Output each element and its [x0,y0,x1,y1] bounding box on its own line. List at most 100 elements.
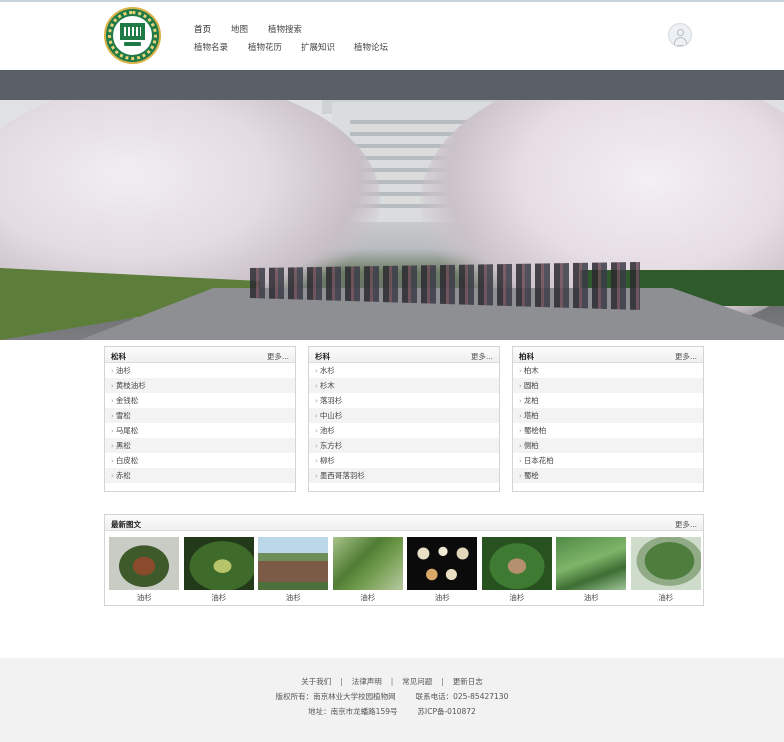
chevron-right-icon: › [315,382,318,390]
chevron-right-icon: › [315,472,318,480]
species-list: › 水杉 › 杉木 › 落羽杉 › 中山杉 › 池杉 › 东方杉 › 柳杉 › 墨西哥落羽杉 [309,363,499,483]
panel-more-link[interactable]: 更多... [675,351,697,362]
site-header: 首页 地图 植物搜索 植物名录 植物花历 扩展知识 植物论坛 [0,2,784,70]
panel-title: 松科 [111,352,126,361]
species-list-item[interactable]: › 黄枝油杉 [105,378,295,393]
panel-taxodiaceae: 杉科 更多... › 水杉 › 杉木 › 落羽杉 › 中山杉 › 池杉 › 东方杉 › 柳杉 › 墨西哥落羽杉 [308,346,500,492]
plant-photo[interactable] [556,537,626,590]
species-list-item[interactable]: › 马尾松 [105,423,295,438]
gallery-caption[interactable]: 油杉 [482,593,553,603]
species-list-item[interactable]: › 塔柏 [513,408,703,423]
chevron-right-icon: › [111,427,114,435]
plant-photo[interactable] [332,537,403,590]
panel-more-link[interactable]: 更多... [471,351,493,362]
gallery-item[interactable]: 油杉 [258,537,329,603]
chevron-right-icon: › [111,457,114,465]
species-list-item[interactable]: › 杉木 [309,378,499,393]
species-list-item[interactable]: › 柏木 [513,363,703,378]
plant-photo[interactable] [258,537,328,590]
species-list-item[interactable]: › 池杉 [309,423,499,438]
species-name: 蜀桧 [523,471,539,480]
plant-photo[interactable] [183,537,254,590]
nav-plant-catalog[interactable]: 植物名录 [194,41,248,53]
plant-photo[interactable] [630,537,701,590]
chevron-right-icon: › [519,367,522,375]
gallery-item[interactable]: 油杉 [183,537,255,603]
university-logo[interactable] [104,7,161,64]
chevron-right-icon: › [315,442,318,450]
species-list-item[interactable]: › 侧柏 [513,438,703,453]
plant-photo[interactable] [109,537,179,590]
species-list-item[interactable]: › 中山杉 [309,408,499,423]
gallery-caption[interactable]: 油杉 [109,593,180,603]
panel-pinaceae: 松科 更多... › 油杉 › 黄枝油杉 › 金钱松 › 雪松 › 马尾松 › 黑松 › 白皮松 › 赤松 [104,346,296,492]
avatar-body-shape [674,37,687,46]
species-list-item[interactable]: › 水杉 [309,363,499,378]
footer-icp: 苏ICP备-010872 [417,707,476,716]
footer-link-changelog[interactable]: 更新日志 [453,677,483,686]
gallery-item[interactable]: 油杉 [109,537,180,603]
species-list-item[interactable]: › 东方杉 [309,438,499,453]
gallery-caption[interactable]: 油杉 [184,593,255,603]
gallery-item[interactable]: 油杉 [556,537,627,603]
nav-flowering-calendar[interactable]: 植物花历 [248,41,301,53]
gallery-item[interactable]: 油杉 [332,537,404,603]
gallery-item[interactable]: 油杉 [481,537,553,603]
nav-home[interactable]: 首页 [194,23,231,35]
panel-title: 柏科 [519,352,534,361]
species-list-item[interactable]: › 油杉 [105,363,295,378]
latest-gallery: 最新图文 更多... 油杉 油杉 油杉 油杉 油杉 油杉 油杉 油杉 [104,514,704,606]
chevron-right-icon: › [315,427,318,435]
plant-photo[interactable] [407,537,477,590]
species-name: 侧柏 [523,441,539,450]
species-list-item[interactable]: › 雪松 [105,408,295,423]
nav-plant-forum[interactable]: 植物论坛 [354,41,388,53]
panel-title: 杉科 [315,352,330,361]
species-name: 水杉 [319,366,335,375]
gallery-item[interactable]: 油杉 [630,537,702,603]
gallery-caption[interactable]: 油杉 [258,593,329,603]
species-list-item[interactable]: › 蜀桧柏 [513,423,703,438]
species-list-item[interactable]: › 金钱松 [105,393,295,408]
nav-plant-search[interactable]: 植物搜索 [268,23,302,35]
species-list-item[interactable]: › 柳杉 [309,453,499,468]
footer-links: 关于我们 | 法律声明 | 常见问题 | 更新日志 [0,676,784,687]
species-list: › 柏木 › 圆柏 › 龙柏 › 塔柏 › 蜀桧柏 › 侧柏 › 日本花柏 › 蜀桧 [513,363,703,483]
hero-banner-carousel[interactable] [0,100,784,340]
species-list-item[interactable]: › 落羽杉 [309,393,499,408]
species-name: 白皮松 [115,456,139,465]
footer-link-faq[interactable]: 常见问题 [402,677,432,686]
footer-copyright: 版权所有：南京林业大学校园植物网 [275,692,396,701]
nav-extended-knowledge[interactable]: 扩展知识 [301,41,354,53]
chevron-right-icon: › [315,412,318,420]
species-list-item[interactable]: › 圆柏 [513,378,703,393]
chevron-right-icon: › [111,442,114,450]
species-name: 中山杉 [319,411,343,420]
main-nav-row-1: 首页 地图 植物搜索 [194,23,302,35]
footer-link-about[interactable]: 关于我们 [301,677,331,686]
gallery-caption[interactable]: 油杉 [631,593,702,603]
plant-photo[interactable] [481,537,552,590]
species-list-item[interactable]: › 龙柏 [513,393,703,408]
nav-map[interactable]: 地图 [231,23,268,35]
species-list-item[interactable]: › 赤松 [105,468,295,483]
chevron-right-icon: › [111,382,114,390]
gallery-more-link[interactable]: 更多... [675,519,697,530]
gallery-caption[interactable]: 油杉 [333,593,404,603]
gallery-title: 最新图文 [111,520,141,529]
chevron-right-icon: › [111,397,114,405]
species-list-item[interactable]: › 黑松 [105,438,295,453]
gallery-caption[interactable]: 油杉 [556,593,627,603]
species-list-item[interactable]: › 日本花柏 [513,453,703,468]
gallery-header: 最新图文 更多... [105,515,703,531]
gallery-caption[interactable]: 油杉 [407,593,478,603]
gallery-item[interactable]: 油杉 [407,537,478,603]
species-list-item[interactable]: › 蜀桧 [513,468,703,483]
panel-more-link[interactable]: 更多... [267,351,289,362]
footer-link-legal[interactable]: 法律声明 [352,677,382,686]
species-list-item[interactable]: › 墨西哥落羽杉 [309,468,499,483]
user-avatar-icon[interactable] [668,23,692,47]
species-list-item[interactable]: › 白皮松 [105,453,295,468]
footer-phone: 联系电话：025-85427130 [415,692,509,701]
species-name: 柏木 [523,366,539,375]
